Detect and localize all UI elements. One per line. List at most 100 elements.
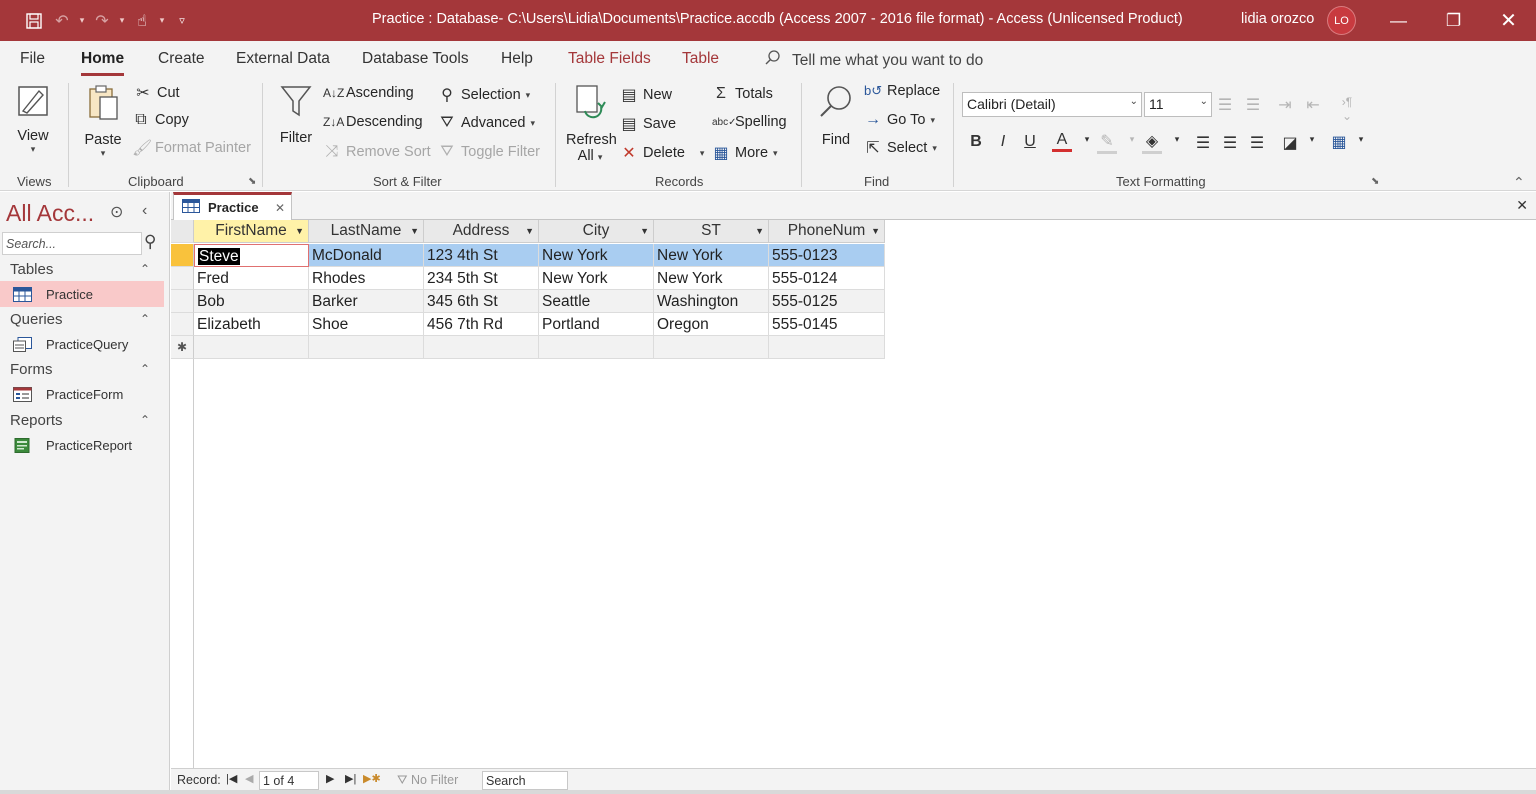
- bullets-icon[interactable]: ☰: [1214, 95, 1236, 115]
- column-dropdown-icon[interactable]: ▼: [640, 226, 649, 236]
- table-cell[interactable]: 123 4th St: [424, 244, 539, 267]
- table-cell[interactable]: New York: [539, 244, 654, 267]
- column-dropdown-icon[interactable]: ▼: [525, 226, 534, 236]
- table-cell[interactable]: 456 7th Rd: [424, 313, 539, 336]
- nav-item-practice[interactable]: Practice: [0, 281, 164, 307]
- last-record-icon[interactable]: ▶|: [345, 772, 356, 785]
- descending-button[interactable]: Z↓A Descending: [323, 114, 423, 130]
- selection-button[interactable]: ⚲ Selection ▾: [438, 85, 530, 105]
- numbering-icon[interactable]: ☰: [1242, 95, 1264, 115]
- column-header-firstname[interactable]: FirstName ▼: [194, 220, 309, 243]
- column-header-lastname[interactable]: LastName ▼: [309, 220, 424, 243]
- chevron-up-icon[interactable]: ⌃: [140, 413, 150, 427]
- previous-record-icon[interactable]: ◀: [245, 772, 253, 785]
- chevron-up-icon[interactable]: ⌃: [140, 262, 150, 276]
- save-record-button[interactable]: ▤ Save: [620, 114, 676, 134]
- table-cell[interactable]: McDonald: [309, 244, 424, 267]
- table-cell[interactable]: New York: [539, 267, 654, 290]
- align-left-icon[interactable]: ☰: [1192, 133, 1214, 153]
- table-cell[interactable]: Steve: [194, 244, 309, 267]
- table-cell[interactable]: Rhodes: [309, 267, 424, 290]
- goto-button[interactable]: → Go To ▾: [864, 111, 935, 129]
- tab-external-data[interactable]: External Data: [236, 50, 330, 68]
- column-header-address[interactable]: Address ▼: [424, 220, 539, 243]
- table-cell[interactable]: Barker: [309, 290, 424, 313]
- table-cell[interactable]: 555-0125: [769, 290, 885, 313]
- bold-icon[interactable]: B: [965, 133, 987, 151]
- minimize-icon[interactable]: —: [1371, 0, 1426, 41]
- nav-pane-title[interactable]: All Acc...: [6, 200, 94, 227]
- fill-color-icon[interactable]: ◈: [1142, 131, 1162, 154]
- table-cell[interactable]: [539, 336, 654, 359]
- alternate-row-dropdown-icon[interactable]: ▾: [1301, 134, 1323, 145]
- filter-button[interactable]: Filter: [276, 83, 316, 146]
- table-cell[interactable]: Elizabeth: [194, 313, 309, 336]
- gridlines-dropdown-icon[interactable]: ▾: [1350, 134, 1372, 145]
- new-record-selector[interactable]: ✱: [171, 336, 194, 359]
- text-formatting-launcher-icon[interactable]: ⬊: [1371, 176, 1379, 187]
- redo-icon[interactable]: ↷: [88, 6, 116, 36]
- table-cell[interactable]: New York: [654, 267, 769, 290]
- cut-button[interactable]: ✂ Cut: [134, 83, 179, 103]
- table-cell[interactable]: 555-0123: [769, 244, 885, 267]
- replace-button[interactable]: b↺ Replace: [864, 83, 940, 99]
- column-dropdown-icon[interactable]: ▼: [295, 226, 304, 236]
- record-search-input[interactable]: Search: [482, 771, 568, 790]
- first-record-icon[interactable]: |◀: [226, 772, 237, 785]
- chevron-up-icon[interactable]: ⌃: [140, 312, 150, 326]
- italic-icon[interactable]: I: [992, 133, 1014, 151]
- nav-group-queries[interactable]: Queries: [10, 311, 63, 328]
- new-record-button[interactable]: ▤ New: [620, 85, 672, 105]
- column-header-st[interactable]: ST ▼: [654, 220, 769, 243]
- tell-me-box[interactable]: Tell me what you want to do: [764, 49, 983, 72]
- column-header-phonenum[interactable]: PhoneNum ▼: [769, 220, 885, 243]
- table-cell[interactable]: [194, 336, 309, 359]
- highlight-icon[interactable]: ✎: [1097, 131, 1117, 154]
- select-button[interactable]: ⇱ Select ▾: [864, 138, 937, 158]
- record-selector[interactable]: [171, 244, 194, 267]
- nav-item-practicequery[interactable]: PracticeQuery: [0, 331, 164, 357]
- tab-table[interactable]: Table: [682, 50, 719, 68]
- column-dropdown-icon[interactable]: ▼: [871, 226, 880, 236]
- nav-group-tables[interactable]: Tables: [10, 261, 53, 278]
- select-all-corner[interactable]: [171, 220, 194, 243]
- tab-help[interactable]: Help: [501, 50, 533, 68]
- table-cell[interactable]: Portland: [539, 313, 654, 336]
- gridlines-icon[interactable]: ▦: [1328, 132, 1350, 152]
- avatar[interactable]: LO: [1327, 6, 1356, 35]
- paragraph-direction-icon[interactable]: ›¶ ⌄: [1336, 95, 1358, 123]
- align-right-icon[interactable]: ☰: [1246, 133, 1268, 153]
- highlight-dropdown-icon[interactable]: ▾: [1121, 134, 1143, 145]
- table-cell[interactable]: 555-0145: [769, 313, 885, 336]
- undo-dropdown-icon[interactable]: ▾: [76, 15, 88, 26]
- chevron-left-icon[interactable]: ‹: [142, 202, 147, 220]
- table-cell[interactable]: Bob: [194, 290, 309, 313]
- copy-button[interactable]: ⧉ Copy: [132, 111, 189, 129]
- record-selector[interactable]: [171, 267, 194, 290]
- ascending-button[interactable]: A↓Z Ascending: [323, 85, 414, 101]
- find-button[interactable]: Find: [814, 83, 858, 148]
- totals-button[interactable]: Σ Totals: [712, 85, 773, 103]
- record-selector[interactable]: [171, 290, 194, 313]
- table-cell[interactable]: Washington: [654, 290, 769, 313]
- nav-item-practicereport[interactable]: PracticeReport: [0, 432, 164, 458]
- close-tab-icon[interactable]: ✕: [275, 201, 285, 215]
- fill-color-dropdown-icon[interactable]: ▾: [1166, 134, 1188, 145]
- paste-button[interactable]: Paste ▾: [82, 83, 124, 159]
- tab-file[interactable]: File: [20, 50, 45, 68]
- underline-icon[interactable]: U: [1019, 133, 1041, 151]
- nav-group-reports[interactable]: Reports: [10, 412, 63, 429]
- column-dropdown-icon[interactable]: ▼: [410, 226, 419, 236]
- table-cell[interactable]: [654, 336, 769, 359]
- view-button[interactable]: View ▾: [10, 83, 56, 155]
- font-size-select[interactable]: 11 ⌄: [1144, 92, 1212, 117]
- clipboard-launcher-icon[interactable]: ⬊: [248, 176, 256, 187]
- user-name[interactable]: lidia orozco: [1241, 11, 1314, 27]
- close-document-icon[interactable]: ✕: [1516, 197, 1528, 214]
- remove-sort-button[interactable]: ⤨ Remove Sort: [323, 143, 431, 161]
- nav-group-forms[interactable]: Forms: [10, 361, 53, 378]
- alternate-row-color-icon[interactable]: ◪: [1279, 133, 1301, 153]
- undo-icon[interactable]: ↶: [48, 6, 76, 36]
- restore-icon[interactable]: ❐: [1426, 0, 1481, 41]
- nav-search-input[interactable]: Search...: [2, 232, 142, 255]
